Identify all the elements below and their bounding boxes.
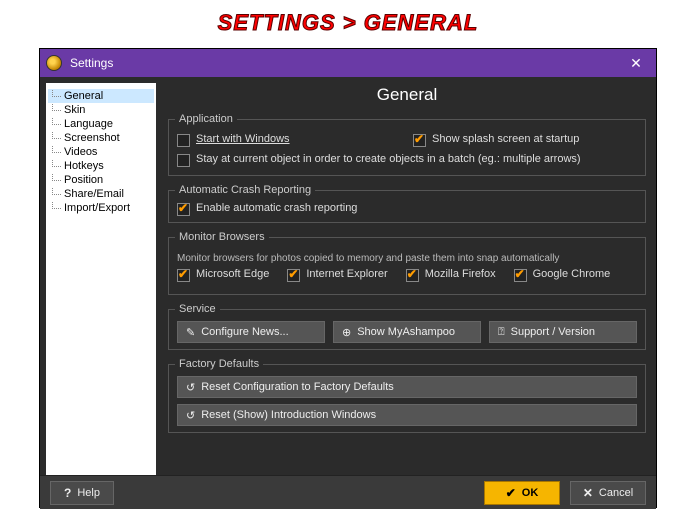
btn-reset-config[interactable]: ↺ Reset Configuration to Factory Default…	[177, 376, 637, 398]
breadcrumb-banner: SETTINGS > GENERAL	[0, 0, 696, 44]
close-button[interactable]: ✕	[622, 51, 650, 75]
sidebar-item-position[interactable]: Position	[48, 173, 154, 187]
checkbox-label: Microsoft Edge	[196, 268, 269, 281]
btn-label: OK	[522, 487, 539, 499]
btn-label: Reset Configuration to Factory Defaults	[201, 381, 394, 393]
sidebar-item-videos[interactable]: Videos	[48, 145, 154, 159]
checkbox-icon	[177, 154, 190, 167]
checkbox-enable-crash-reporting[interactable]: Enable automatic crash reporting	[177, 202, 637, 216]
checkbox-label: Internet Explorer	[306, 268, 387, 281]
undo-icon: ↺	[186, 409, 195, 422]
sidebar-item-hotkeys[interactable]: Hotkeys	[48, 159, 154, 173]
help-icon: ?	[64, 486, 71, 500]
checkbox-icon	[177, 269, 190, 282]
group-service: Service ✎ Configure News... ⊕ Show MyAsh…	[168, 303, 646, 350]
btn-label: Reset (Show) Introduction Windows	[201, 409, 376, 421]
close-icon: ✕	[630, 55, 642, 72]
undo-icon: ↺	[186, 381, 195, 394]
checkbox-stay-at-object[interactable]: Stay at current object in order to creat…	[177, 153, 637, 167]
group-factory-defaults: Factory Defaults ↺ Reset Configuration t…	[168, 358, 646, 433]
checkbox-label: Enable automatic crash reporting	[196, 202, 357, 215]
checkbox-icon	[177, 134, 190, 147]
settings-window: Settings ✕ General Skin Language Screens…	[39, 48, 657, 508]
group-monitor-browsers: Monitor Browsers Monitor browsers for ph…	[168, 231, 646, 295]
group-crash-legend: Automatic Crash Reporting	[175, 184, 315, 196]
sidebar-item-screenshot[interactable]: Screenshot	[48, 131, 154, 145]
group-factory-legend: Factory Defaults	[175, 358, 263, 370]
content-panel: General Application Start with Windows S…	[156, 77, 656, 475]
checkbox-icon	[287, 269, 300, 282]
ok-button[interactable]: ✔ OK	[484, 481, 560, 505]
checkbox-start-with-windows[interactable]: Start with Windows	[177, 133, 401, 147]
btn-reset-intro[interactable]: ↺ Reset (Show) Introduction Windows	[177, 404, 637, 426]
checkbox-icon	[514, 269, 527, 282]
checkbox-label: Stay at current object in order to creat…	[196, 153, 581, 166]
group-application-legend: Application	[175, 113, 237, 125]
monitor-hint: Monitor browsers for photos copied to me…	[177, 253, 637, 264]
checkbox-firefox[interactable]: Mozilla Firefox	[406, 268, 496, 282]
group-monitor-legend: Monitor Browsers	[175, 231, 269, 243]
footer: ? Help ✔ OK ✕ Cancel	[40, 475, 656, 509]
checkbox-label: Mozilla Firefox	[425, 268, 496, 281]
sidebar-item-language[interactable]: Language	[48, 117, 154, 131]
check-icon: ✔	[506, 486, 516, 500]
checkbox-icon	[413, 134, 426, 147]
plus-circle-icon: ⊕	[342, 326, 351, 339]
group-crash: Automatic Crash Reporting Enable automat…	[168, 184, 646, 223]
checkbox-edge[interactable]: Microsoft Edge	[177, 268, 269, 282]
question-circle-icon: ⍰	[498, 326, 505, 339]
app-icon	[46, 55, 62, 71]
titlebar: Settings ✕	[40, 49, 656, 77]
sidebar-item-general[interactable]: General	[48, 89, 154, 103]
checkbox-chrome[interactable]: Google Chrome	[514, 268, 611, 288]
btn-show-myashampoo[interactable]: ⊕ Show MyAshampoo	[333, 321, 481, 343]
btn-label: Show MyAshampoo	[357, 326, 455, 338]
checkbox-icon	[177, 203, 190, 216]
group-application: Application Start with Windows Show spla…	[168, 113, 646, 176]
checkbox-icon	[406, 269, 419, 282]
pencil-icon: ✎	[186, 326, 195, 339]
btn-label: Configure News...	[201, 326, 288, 338]
checkbox-label: Start with Windows	[196, 133, 290, 146]
checkbox-label: Google Chrome	[533, 268, 611, 281]
btn-configure-news[interactable]: ✎ Configure News...	[177, 321, 325, 343]
page-title: General	[168, 85, 646, 105]
x-icon: ✕	[583, 486, 593, 500]
cancel-button[interactable]: ✕ Cancel	[570, 481, 646, 505]
btn-label: Help	[77, 487, 100, 499]
sidebar: General Skin Language Screenshot Videos …	[46, 83, 156, 475]
group-service-legend: Service	[175, 303, 220, 315]
checkbox-ie[interactable]: Internet Explorer	[287, 268, 387, 282]
window-title: Settings	[70, 56, 113, 70]
sidebar-item-skin[interactable]: Skin	[48, 103, 154, 117]
btn-support-version[interactable]: ⍰ Support / Version	[489, 321, 637, 343]
sidebar-item-import-export[interactable]: Import/Export	[48, 201, 154, 215]
btn-label: Support / Version	[511, 326, 595, 338]
checkbox-show-splash[interactable]: Show splash screen at startup	[413, 133, 637, 153]
btn-label: Cancel	[599, 487, 633, 499]
sidebar-item-share-email[interactable]: Share/Email	[48, 187, 154, 201]
help-button[interactable]: ? Help	[50, 481, 114, 505]
checkbox-label: Show splash screen at startup	[432, 133, 579, 146]
